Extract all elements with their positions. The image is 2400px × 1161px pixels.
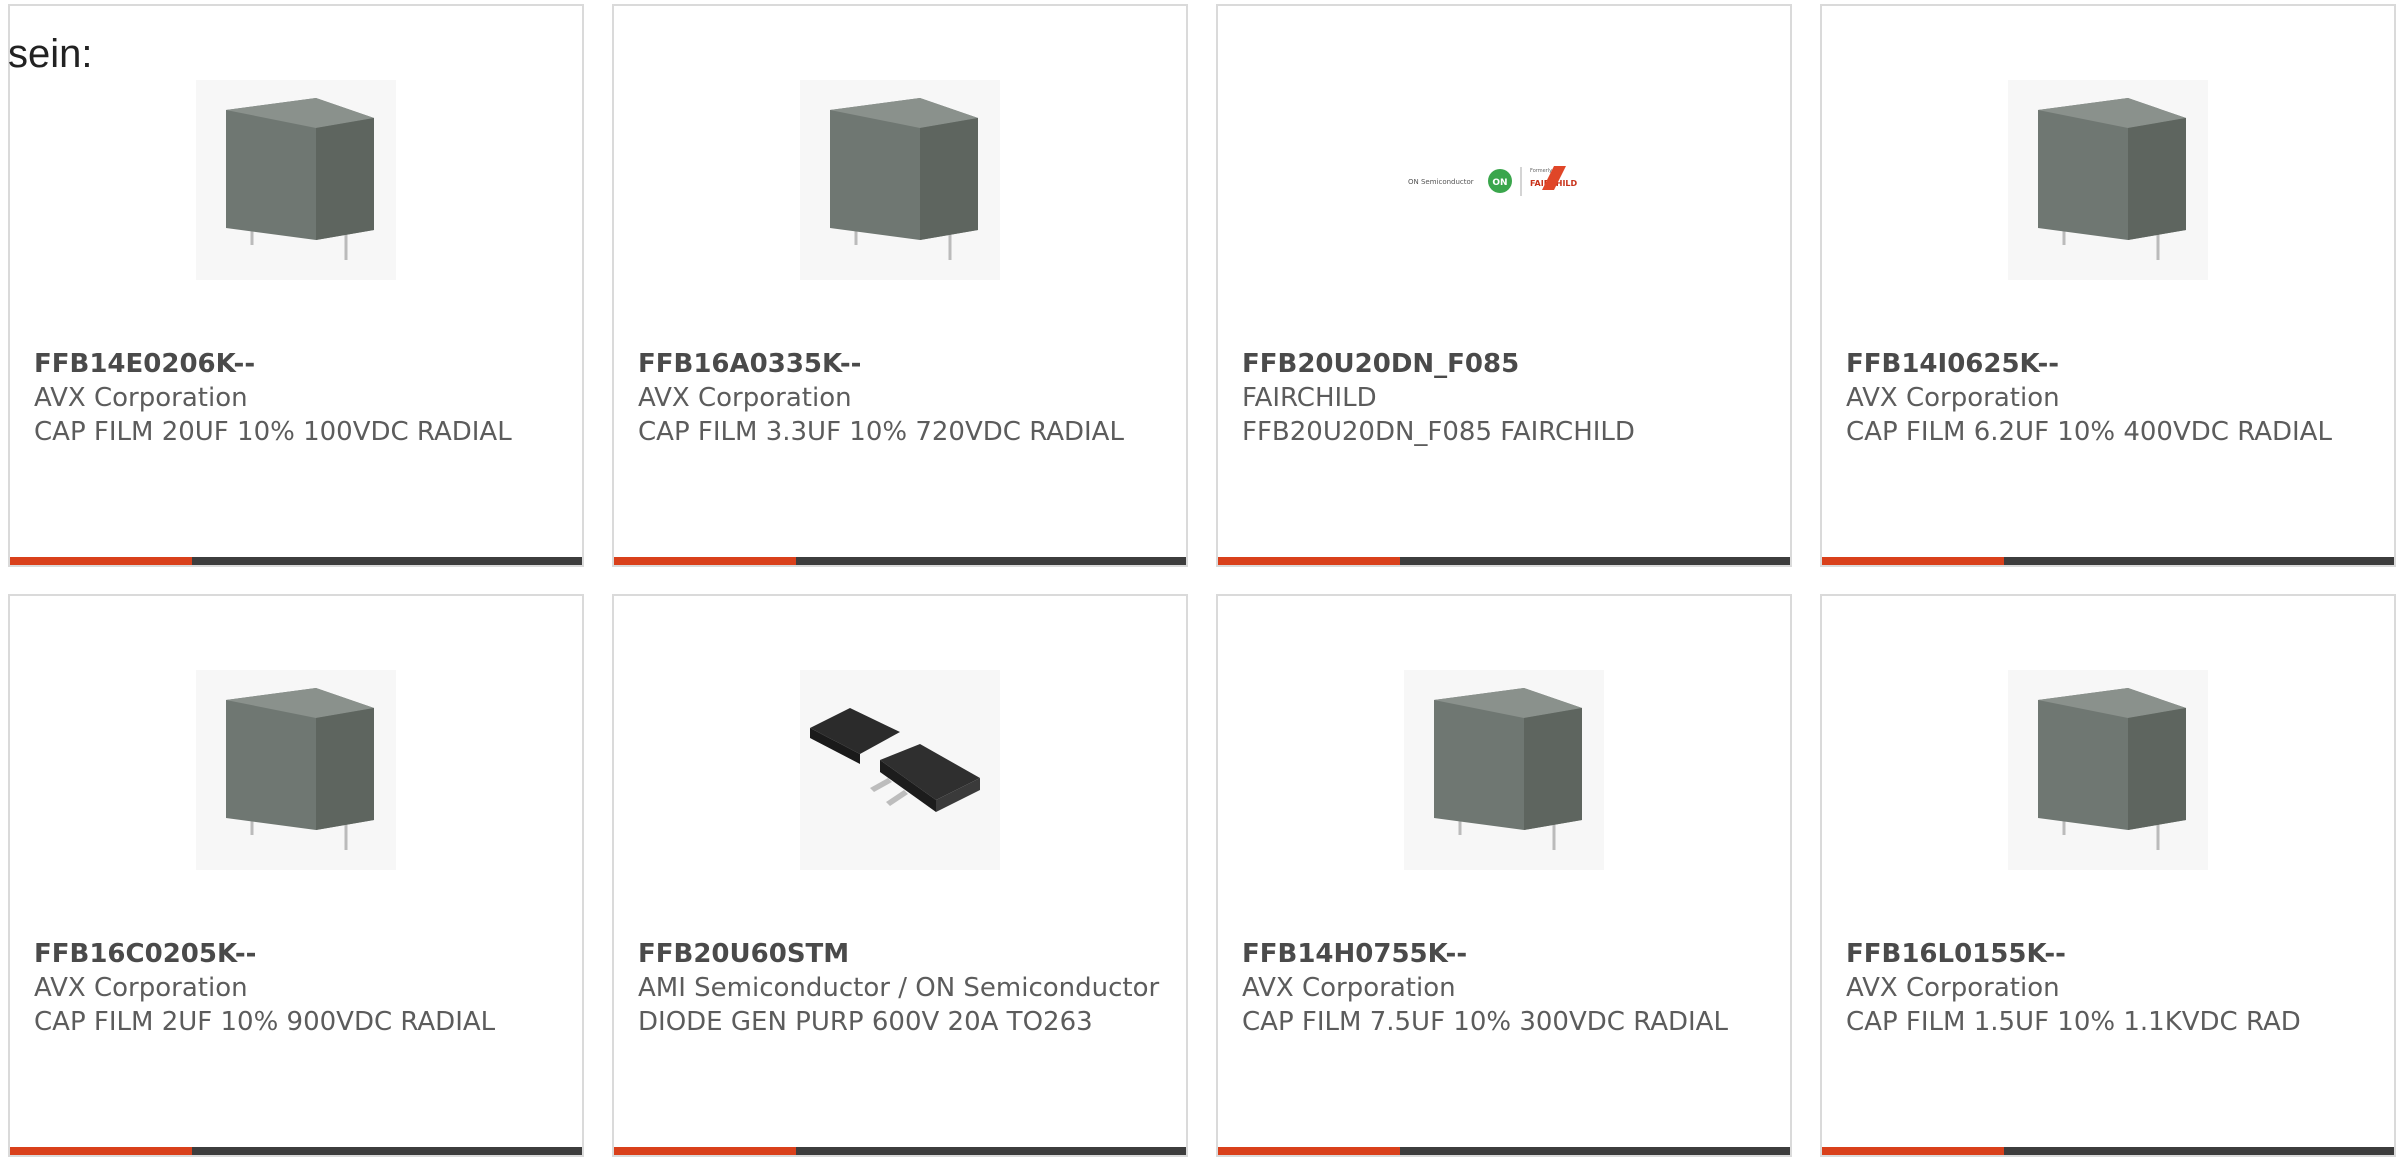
product-card[interactable]: FFB16L0155K-- AVX Corporation CAP FILM 1… — [1820, 594, 2396, 1157]
film-capacitor-icon — [2008, 670, 2208, 870]
product-card[interactable]: FFB16A0335K-- AVX Corporation CAP FILM 3… — [612, 4, 1188, 567]
film-capacitor-icon — [2008, 80, 2208, 280]
manufacturer: AMI Semiconductor / ON Semiconductor — [638, 973, 1160, 1003]
product-card[interactable]: FFB14E0206K-- AVX Corporation CAP FILM 2… — [8, 4, 584, 567]
svg-text:ON: ON — [1492, 178, 1507, 188]
card-bar — [1218, 1147, 1790, 1155]
card-bar — [614, 557, 1186, 565]
manufacturer: AVX Corporation — [34, 973, 248, 1003]
description: CAP FILM 2UF 10% 900VDC RADIAL — [34, 1007, 496, 1037]
product-card[interactable]: FFB14H0755K-- AVX Corporation CAP FILM 7… — [1216, 594, 1792, 1157]
on-semiconductor-fairchild-logo: ON Semiconductor ON Formerly FAIRCHILD — [1404, 80, 1604, 280]
svg-text:ON Semiconductor: ON Semiconductor — [1408, 178, 1474, 186]
manufacturer: AVX Corporation — [1846, 973, 2060, 1003]
card-bar — [10, 557, 582, 565]
product-card[interactable]: FFB14I0625K-- AVX Corporation CAP FILM 6… — [1820, 4, 2396, 567]
card-bar — [1822, 1147, 2394, 1155]
description: FFB20U20DN_F085 FAIRCHILD — [1242, 417, 1635, 447]
part-number: FFB20U20DN_F085 — [1242, 349, 1520, 379]
svg-text:Formerly: Formerly — [1530, 168, 1552, 174]
product-card[interactable]: FFB16C0205K-- AVX Corporation CAP FILM 2… — [8, 594, 584, 1157]
card-bar — [1218, 557, 1790, 565]
description: CAP FILM 7.5UF 10% 300VDC RADIAL — [1242, 1007, 1728, 1037]
description: CAP FILM 20UF 10% 100VDC RADIAL — [34, 417, 512, 447]
film-capacitor-icon — [800, 80, 1000, 280]
part-number: FFB16A0335K-- — [638, 349, 862, 379]
intro-text: sein: — [8, 32, 93, 76]
part-number: FFB20U60STM — [638, 939, 850, 969]
manufacturer: AVX Corporation — [1846, 383, 2060, 413]
to263-package-icon — [800, 670, 1000, 870]
card-bar — [1822, 557, 2394, 565]
description: CAP FILM 3.3UF 10% 720VDC RADIAL — [638, 417, 1124, 447]
part-number: FFB16C0205K-- — [34, 939, 257, 969]
manufacturer: AVX Corporation — [34, 383, 248, 413]
product-card[interactable]: FFB20U60STM AMI Semiconductor / ON Semic… — [612, 594, 1188, 1157]
description: CAP FILM 6.2UF 10% 400VDC RADIAL — [1846, 417, 2332, 447]
card-bar — [10, 1147, 582, 1155]
description: CAP FILM 1.5UF 10% 1.1KVDC RAD — [1846, 1007, 2301, 1037]
description: DIODE GEN PURP 600V 20A TO263 — [638, 1007, 1093, 1037]
part-number: FFB16L0155K-- — [1846, 939, 2066, 969]
film-capacitor-icon — [196, 670, 396, 870]
manufacturer: FAIRCHILD — [1242, 383, 1377, 413]
film-capacitor-icon — [1404, 670, 1604, 870]
part-number: FFB14I0625K-- — [1846, 349, 2060, 379]
part-number: FFB14E0206K-- — [34, 349, 256, 379]
card-bar — [614, 1147, 1186, 1155]
part-number: FFB14H0755K-- — [1242, 939, 1468, 969]
film-capacitor-icon — [196, 80, 396, 280]
manufacturer: AVX Corporation — [1242, 973, 1456, 1003]
product-grid: FFB14E0206K-- AVX Corporation CAP FILM 2… — [0, 0, 2400, 1161]
manufacturer: AVX Corporation — [638, 383, 852, 413]
product-card[interactable]: ON Semiconductor ON Formerly FAIRCHILD F… — [1216, 4, 1792, 567]
